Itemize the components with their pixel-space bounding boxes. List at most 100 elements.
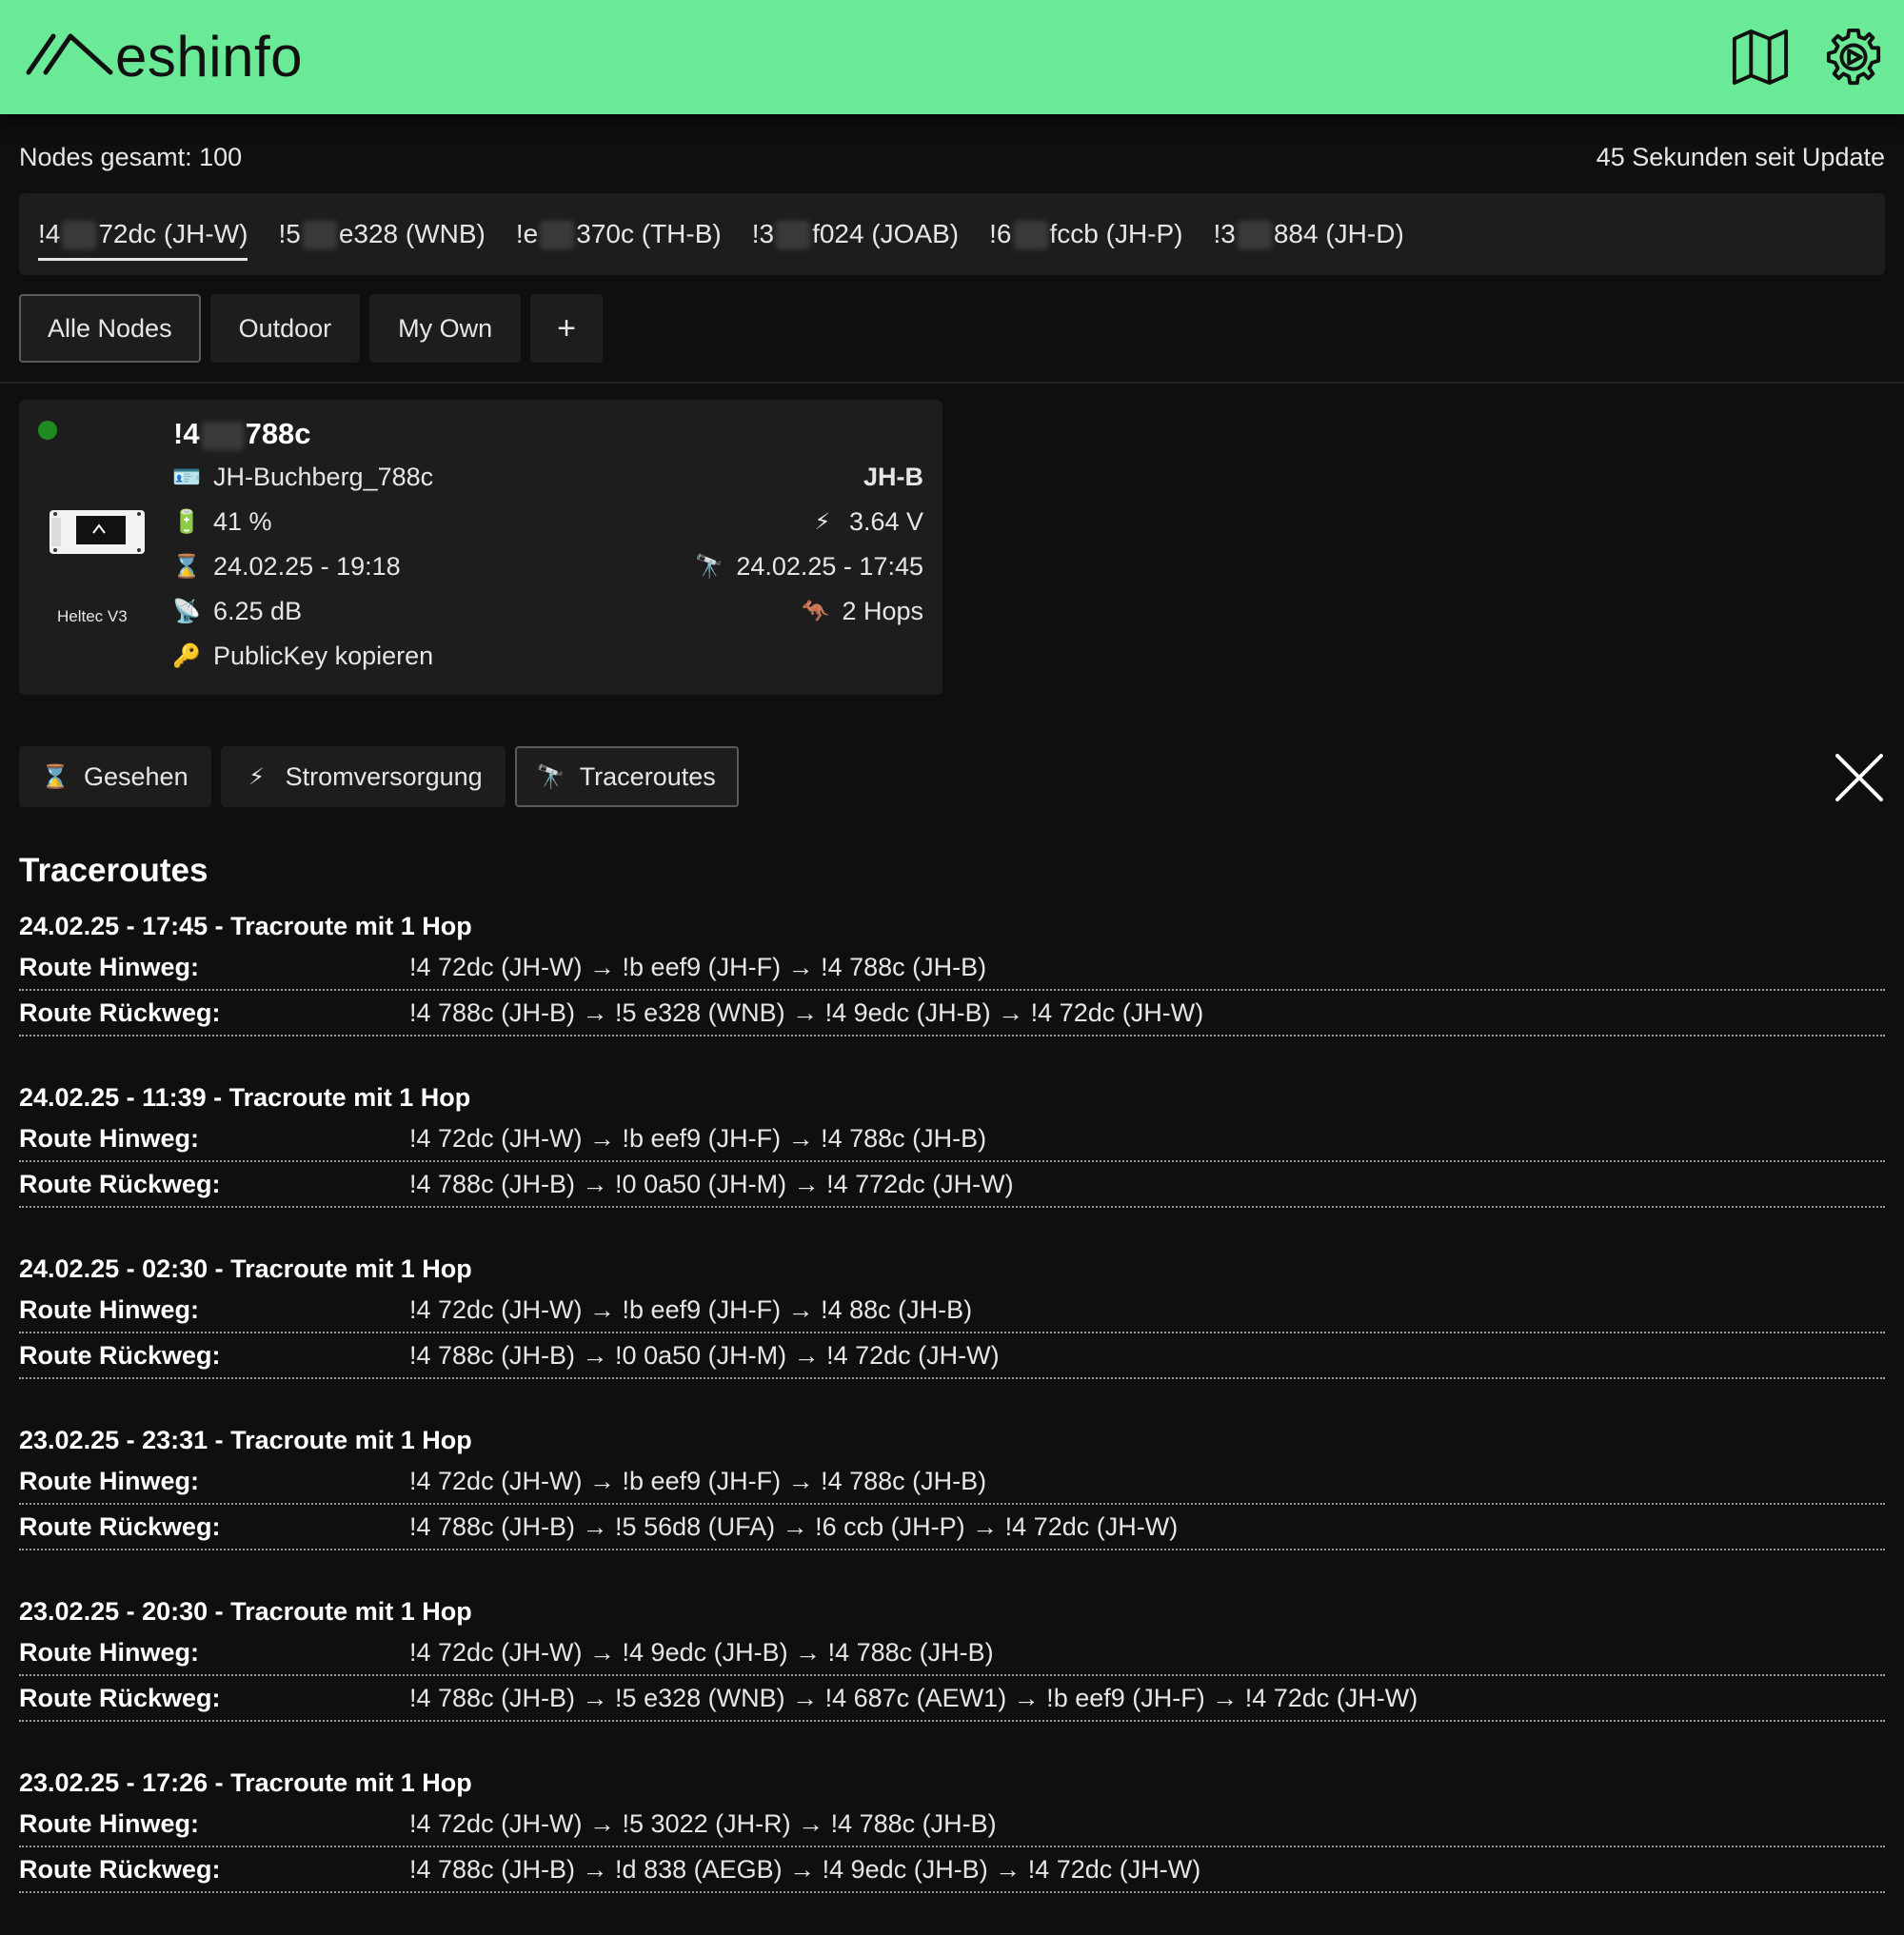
- node-card[interactable]: Heltec V3 !4 788c 🪪 JH-Buchberg_788c JH-B…: [19, 400, 942, 695]
- route-back-path: !4 788c (JH-B) → !0 0a50 (JH-M) → !4 72d…: [409, 1340, 1000, 1370]
- favorite-nodes-bar: !4 72dc (JH-W) !5 e328 (WNB) !e 370c (TH-B)…: [19, 193, 1885, 275]
- traceroute-entry: 24.02.25 - 02:30 - Tracroute mit 1 Hop R…: [19, 1250, 1885, 1379]
- hops-value: 2 Hops: [842, 597, 923, 625]
- node-long-name: JH-Buchberg_788c: [213, 463, 434, 491]
- traceroute-entry: 24.02.25 - 11:39 - Tracroute mit 1 Hop R…: [19, 1078, 1885, 1208]
- route-forward-path: !4 72dc (JH-W) → !b eef9 (JH-F) → !4 788…: [409, 1123, 987, 1153]
- route-back-label: Route Rückweg:: [19, 1340, 221, 1370]
- favorite-node[interactable]: !3 f024 (JOAB): [752, 211, 959, 258]
- favorite-node[interactable]: !e 370c (TH-B): [516, 211, 722, 258]
- logo-mark-icon: [26, 33, 113, 75]
- traceroute-entry: 23.02.25 - 20:30 - Tracroute mit 1 Hop R…: [19, 1592, 1885, 1722]
- route-forward-row: Route Hinweg: !4 72dc (JH-W) → !5 3022 (…: [19, 1802, 1885, 1847]
- traceroute-heading: 23.02.25 - 17:26 - Tracroute mit 1 Hop: [19, 1768, 472, 1797]
- route-forward-path: !4 72dc (JH-W) → !b eef9 (JH-F) → !4 788…: [409, 952, 987, 981]
- route-forward-row: Route Hinweg: !4 72dc (JH-W) → !b eef9 (…: [19, 945, 1885, 991]
- battery-icon: 🔋: [172, 509, 201, 535]
- telescope-icon: 🔭: [695, 554, 724, 580]
- route-back-path: !4 788c (JH-B) → !5 56d8 (UFA) → !6 ccb …: [409, 1511, 1179, 1541]
- traceroute-entry: 23.02.25 - 17:26 - Tracroute mit 1 Hop R…: [19, 1764, 1885, 1893]
- route-forward-row: Route Hinweg: !4 72dc (JH-W) → !b eef9 (…: [19, 1116, 1885, 1162]
- tab-seen[interactable]: ⌛ Gesehen: [19, 746, 211, 807]
- online-status-dot: [38, 421, 57, 440]
- route-forward-label: Route Hinweg:: [19, 1123, 199, 1153]
- node-id: !4 788c: [173, 417, 311, 450]
- route-forward-label: Route Hinweg:: [19, 1808, 199, 1838]
- map-icon[interactable]: [1731, 28, 1790, 87]
- device-model: Heltec V3: [57, 607, 128, 625]
- add-filter-button[interactable]: +: [530, 294, 604, 363]
- snr-row: 📡 6.25 dB: [172, 597, 303, 626]
- route-back-row: Route Rückweg: !4 788c (JH-B) → !5 e328 …: [19, 991, 1885, 1037]
- lightning-icon: ⚡: [248, 763, 266, 790]
- last-seen-row: ⌛ 24.02.25 - 19:18: [172, 552, 401, 582]
- nodes-total: Nodes gesamt: 100: [19, 143, 243, 171]
- lightning-icon: ⚡: [814, 509, 831, 535]
- logo-text: eshinfo: [115, 25, 303, 89]
- telescope-icon: 🔭: [536, 763, 565, 790]
- route-forward-label: Route Hinweg:: [19, 952, 199, 981]
- battery-level: 41 %: [213, 507, 272, 536]
- route-back-label: Route Rückweg:: [19, 1511, 221, 1541]
- favorite-node[interactable]: !6 fccb (JH-P): [989, 211, 1183, 258]
- route-forward-path: !4 72dc (JH-W) → !5 3022 (JH-R) → !4 788…: [409, 1808, 997, 1838]
- filter-my-own-button[interactable]: My Own: [369, 294, 522, 363]
- battery-row: 🔋 41 %: [172, 507, 272, 537]
- update-status: 45 Sekunden seit Update: [1596, 143, 1885, 171]
- traceroute-heading: 23.02.25 - 20:30 - Tracroute mit 1 Hop: [19, 1597, 472, 1626]
- route-back-row: Route Rückweg: !4 788c (JH-B) → !0 0a50 …: [19, 1333, 1885, 1379]
- traceroute-heading: 24.02.25 - 11:39 - Tracroute mit 1 Hop: [19, 1083, 471, 1112]
- route-forward-row: Route Hinweg: !4 72dc (JH-W) → !4 9edc (…: [19, 1630, 1885, 1676]
- settings-icon[interactable]: [1824, 28, 1883, 87]
- route-forward-path: !4 72dc (JH-W) → !4 9edc (JH-B) → !4 788…: [409, 1637, 994, 1667]
- route-back-path: !4 788c (JH-B) → !d 838 (AEGB) → !4 9edc…: [409, 1854, 1201, 1884]
- route-back-path: !4 788c (JH-B) → !0 0a50 (JH-M) → !4 772…: [409, 1169, 1014, 1198]
- traceroute-heading: 23.02.25 - 23:31 - Tracroute mit 1 Hop: [19, 1426, 472, 1454]
- tab-traceroutes[interactable]: 🔭 Traceroutes: [514, 746, 739, 807]
- app-logo[interactable]: eshinfo: [25, 29, 303, 86]
- traceroute-entry: 24.02.25 - 17:45 - Tracroute mit 1 Hop R…: [19, 907, 1885, 1037]
- satellite-dish-icon: 📡: [172, 599, 201, 624]
- snr-value: 6.25 dB: [213, 597, 303, 625]
- filter-all-nodes-button[interactable]: Alle Nodes: [19, 294, 201, 363]
- app-header: eshinfo: [0, 0, 1904, 114]
- route-forward-path: !4 72dc (JH-W) → !b eef9 (JH-F) → !4 88c…: [409, 1294, 973, 1324]
- copy-public-key-button[interactable]: 🔑 PublicKey kopieren: [172, 642, 434, 671]
- node-short-name: JH-B: [863, 463, 923, 491]
- divider: [0, 382, 1904, 384]
- route-back-label: Route Rückweg:: [19, 1854, 221, 1884]
- route-back-row: Route Rückweg: !4 788c (JH-B) → !d 838 (…: [19, 1847, 1885, 1893]
- voltage-row: ⚡ 3.64 V: [809, 507, 924, 537]
- last-traceroute-value: 24.02.25 - 17:45: [736, 552, 923, 581]
- voltage-value: 3.64 V: [848, 507, 923, 536]
- filter-outdoor-button[interactable]: Outdoor: [209, 294, 361, 363]
- close-icon[interactable]: [1834, 752, 1885, 803]
- route-forward-path: !4 72dc (JH-W) → !b eef9 (JH-F) → !4 788…: [409, 1466, 987, 1495]
- traceroute-entry: 23.02.25 - 23:31 - Tracroute mit 1 Hop R…: [19, 1421, 1885, 1550]
- favorite-node[interactable]: !5 e328 (WNB): [278, 211, 486, 258]
- traceroute-heading: 24.02.25 - 02:30 - Tracroute mit 1 Hop: [19, 1254, 472, 1283]
- route-back-path: !4 788c (JH-B) → !5 e328 (WNB) → !4 9edc…: [409, 997, 1204, 1027]
- id-card-icon: 🪪: [172, 464, 201, 490]
- route-forward-label: Route Hinweg:: [19, 1466, 199, 1495]
- key-icon: 🔑: [172, 643, 201, 669]
- hops-row: 🦘 2 Hops: [801, 597, 924, 626]
- route-back-label: Route Rückweg:: [19, 1683, 221, 1712]
- favorite-node[interactable]: !4 72dc (JH-W): [38, 211, 248, 261]
- route-forward-label: Route Hinweg:: [19, 1637, 199, 1667]
- traceroutes-title: Traceroutes: [19, 852, 208, 889]
- kangaroo-icon: 🦘: [801, 599, 830, 624]
- route-forward-row: Route Hinweg: !4 72dc (JH-W) → !b eef9 (…: [19, 1459, 1885, 1505]
- short-name-row: JH-B: [863, 463, 923, 492]
- favorite-node[interactable]: !3 884 (JH-D): [1214, 211, 1404, 258]
- route-back-row: Route Rückweg: !4 788c (JH-B) → !5 e328 …: [19, 1676, 1885, 1722]
- route-back-path: !4 788c (JH-B) → !5 e328 (WNB) → !4 687c…: [409, 1683, 1418, 1712]
- long-name-row: 🪪 JH-Buchberg_788c: [172, 463, 434, 492]
- hourglass-icon: ⌛: [41, 763, 69, 790]
- route-forward-row: Route Hinweg: !4 72dc (JH-W) → !b eef9 (…: [19, 1288, 1885, 1333]
- traceroute-heading: 24.02.25 - 17:45 - Tracroute mit 1 Hop: [19, 912, 472, 940]
- route-back-row: Route Rückweg: !4 788c (JH-B) → !0 0a50 …: [19, 1162, 1885, 1208]
- tab-power-supply[interactable]: ⚡ Stromversorgung: [220, 746, 506, 807]
- route-back-label: Route Rückweg:: [19, 1169, 221, 1198]
- public-key-label: PublicKey kopieren: [213, 642, 434, 670]
